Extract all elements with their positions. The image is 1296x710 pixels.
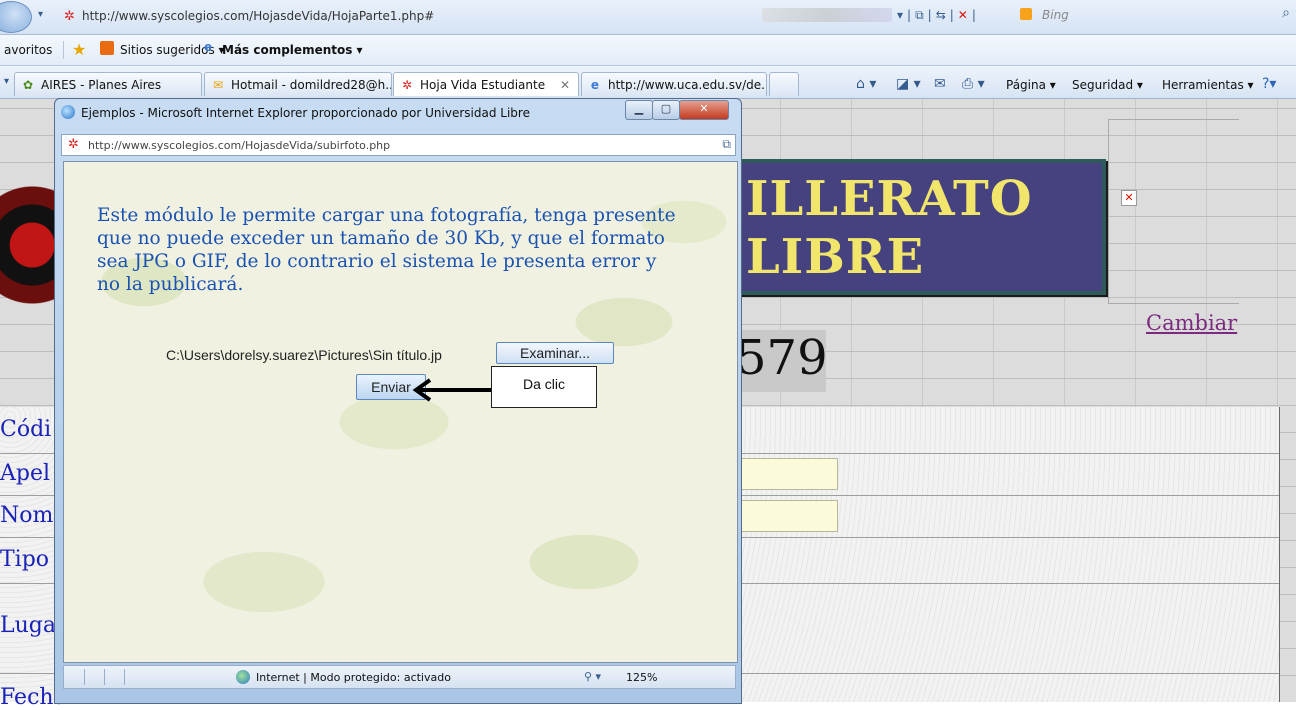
surname-input[interactable] [740,458,838,490]
broken-image-icon: ✕ [1121,190,1137,206]
popup-status-bar: Internet | Modo protegido: activado ⚲ ▾ … [63,665,736,689]
more-addons-link[interactable]: Más complementos ▾ [222,43,363,57]
banner-line-2: LIBRE [746,229,925,285]
security-zone-icon[interactable]: ⚲ ▾ [584,670,601,683]
globe-icon [236,670,250,684]
hotmail-icon: ✉ [212,78,224,92]
ie-icon: e [590,78,600,92]
feeds-icon[interactable]: ◪ ▾ [896,76,921,92]
address-bar-blur [762,8,892,22]
field-label: Códi [0,417,52,442]
popup-title: Ejemplos - Microsoft Internet Explorer p… [81,106,530,120]
suggested-sites-icon [100,41,114,55]
tab-list-dropdown-icon[interactable]: ▾ [4,76,9,87]
popup-url-text: http://www.syscolegios.com/HojasdeVida/s… [88,139,391,152]
bing-icon [1020,8,1032,20]
mail-icon[interactable]: ✉ [934,76,946,92]
refresh-icon[interactable]: |⇆| [928,8,958,22]
zoom-level[interactable]: 125% [626,671,657,684]
favorites-bar: avoritos ★ Sitios sugeridos ▾ e Más comp… [0,35,1296,66]
search-placeholder: Bing [1042,8,1069,22]
new-tab-button[interactable] [769,72,799,96]
minimize-button[interactable]: ▁ [625,100,653,120]
address-actions: ▾|⧉|⇆|✕| [897,8,980,22]
divider [124,669,125,685]
photo-frame: ✕ [1108,119,1239,304]
divider [84,669,85,685]
school-banner: ILLERATO LIBRE [690,159,1106,295]
home-icon[interactable]: ⌂ ▾ [856,76,876,92]
divider [63,41,64,59]
search-icon[interactable]: ⌕ [1282,5,1290,21]
search-box[interactable]: Bing ⌕ [1016,5,1290,27]
compat-view-icon[interactable]: ⧉ [722,137,731,152]
back-button[interactable] [0,1,32,33]
field-label: Tipo [0,547,50,572]
tab-hoja-vida[interactable]: ✲ Hoja Vida Estudiante ✕ [393,72,579,96]
university-logo [0,181,62,309]
security-menu[interactable]: Seguridad ▾ [1072,78,1143,92]
url-text: http://www.syscolegios.com/HojasdeVida/H… [82,9,435,23]
add-favorite-star-icon[interactable]: ★ [72,40,92,59]
upload-popup-window: Ejemplos - Microsoft Internet Explorer p… [54,98,742,704]
browse-button[interactable]: Examinar... [496,342,614,364]
divider [104,669,105,685]
print-icon[interactable]: ⎙ ▾ [962,76,985,92]
tab-label: http://www.uca.edu.sv/de... [608,78,767,92]
aires-icon: ✿ [22,78,34,92]
compat-view-icon[interactable]: ⧉ [915,8,928,22]
close-button[interactable]: ✕ [679,100,729,120]
favorites-label[interactable]: avoritos [4,43,52,57]
tab-aires[interactable]: ✿ AIRES - Planes Aires [14,72,202,96]
banner-line-1: ILLERATO [746,171,1033,227]
tab-hotmail[interactable]: ✉ Hotmail - domildred28@h... [204,72,392,96]
address-bar: ▾ ✲ http://www.syscolegios.com/HojasdeVi… [0,0,1296,35]
address-dropdown-icon[interactable]: ▾| [897,8,915,22]
tab-bar: ▾ ✿ AIRES - Planes Aires ✉ Hotmail - dom… [0,66,1296,99]
tab-label: AIRES - Planes Aires [41,78,162,92]
popup-content: Este módulo le permite cargar una fotogr… [63,161,738,663]
ie-window-icon [61,105,75,119]
popup-url-field[interactable]: ✲ http://www.syscolegios.com/HojasdeVida… [61,134,736,156]
field-label: Apel [0,461,51,486]
tab-uca[interactable]: e http://www.uca.edu.sv/de... [581,72,767,96]
file-path-input[interactable] [166,342,496,366]
maximize-button[interactable]: ▢ [652,100,680,120]
ie-icon: e [204,40,213,54]
tools-menu[interactable]: Herramientas ▾ [1162,78,1254,92]
tab-label: Hotmail - domildred28@h... [231,78,392,92]
site-favicon: ✲ [68,137,79,152]
stop-icon[interactable]: ✕ [958,8,972,22]
site-favicon: ✲ [64,9,75,24]
name-input[interactable] [740,500,838,532]
close-tab-icon[interactable]: ✕ [560,78,570,92]
field-label: Luga [0,613,56,638]
callout-box: Da clic [491,366,597,408]
url-field[interactable]: ✲ http://www.syscolegios.com/HojasdeVida… [52,6,892,26]
zone-status: Internet | Modo protegido: activado [256,671,451,684]
help-icon[interactable]: ?▾ [1262,76,1276,92]
page-menu[interactable]: Página ▾ [1006,78,1056,92]
history-dropdown-icon[interactable]: ▾ [38,9,43,20]
change-photo-link[interactable]: Cambiar [1146,311,1237,335]
upload-instructions: Este módulo le permite cargar una fotogr… [97,205,676,295]
field-label: Nom [0,503,54,528]
syscolegios-icon: ✲ [401,78,413,92]
window-controls: ▁ ▢ ✕ [625,100,737,120]
tab-label: Hoja Vida Estudiante [420,78,546,92]
callout-arrow [412,378,492,402]
